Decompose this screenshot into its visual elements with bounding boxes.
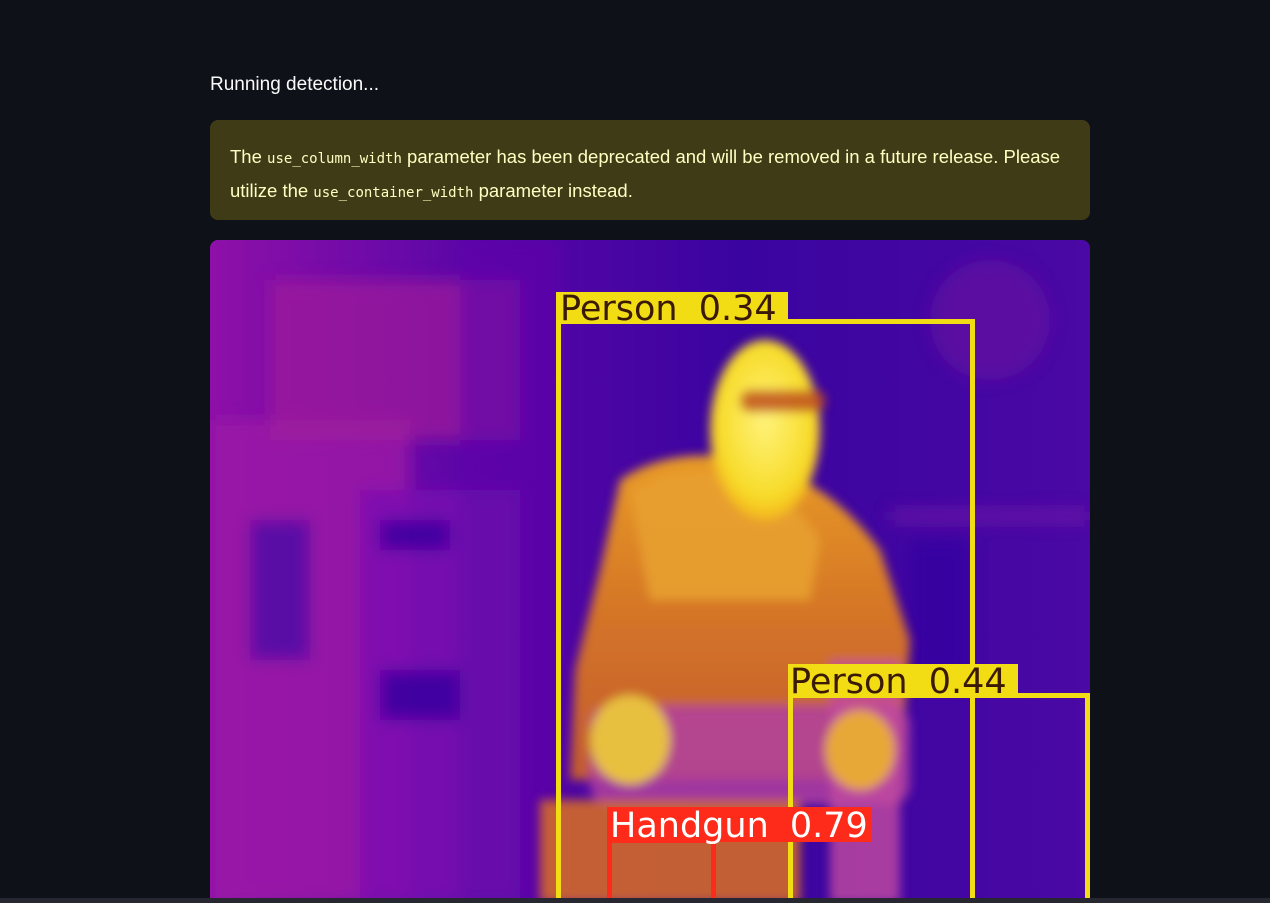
warning-param-new: use_container_width (313, 185, 474, 201)
bottom-scroll-edge (0, 898, 1270, 903)
warning-text-suffix: parameter instead. (473, 180, 633, 201)
detection-score-handgun: 0.79 (790, 806, 868, 846)
deprecation-warning: The use_column_width parameter has been … (210, 120, 1090, 220)
detection-result-image: Person 0.34 Person 0.44 Handgun 0.79 (210, 240, 1090, 903)
detection-label-person-2: Person (790, 662, 908, 702)
main-content: Running detection... The use_column_widt… (210, 0, 1090, 903)
detection-label-person-1: Person (560, 289, 678, 329)
detection-score-person-2: 0.44 (929, 662, 1007, 702)
svg-text:Person 0.44: Person 0.44 (790, 662, 1007, 702)
svg-text:Person 0.34: Person 0.34 (560, 289, 777, 329)
detection-label-handgun: Handgun (610, 806, 769, 846)
warning-param-old: use_column_width (267, 151, 402, 167)
warning-text-prefix: The (230, 146, 268, 167)
svg-text:Handgun 0.79: Handgun 0.79 (610, 806, 868, 846)
detection-score-person-1: 0.34 (699, 289, 777, 329)
status-message: Running detection... (210, 74, 380, 95)
